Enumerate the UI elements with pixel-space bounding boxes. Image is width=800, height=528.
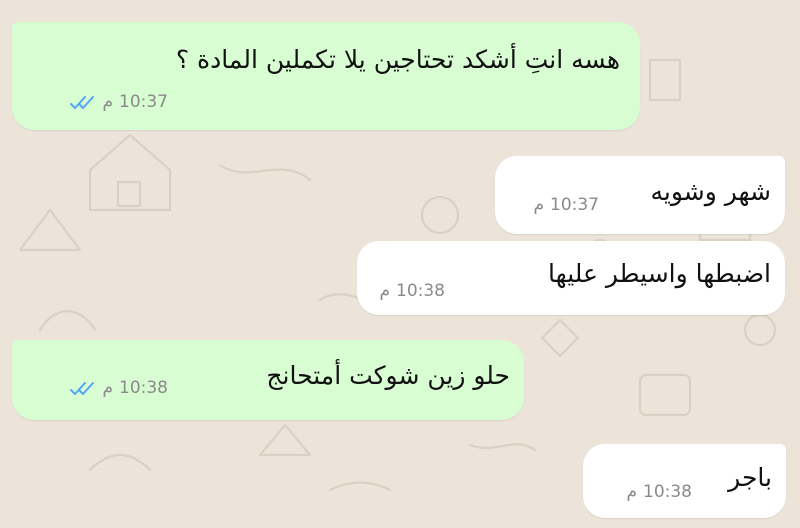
message-bubble-incoming[interactable]: اضبطها واسيطر عليها 10:38 م <box>357 241 785 315</box>
message-ampm: م <box>102 378 113 398</box>
message-text: باجر <box>728 463 772 492</box>
message-text: هسه انتِ أشكد تحتاجين يلا تكملين المادة … <box>175 45 620 74</box>
message-time: 10:37 <box>550 195 599 215</box>
message-ampm: م <box>626 482 637 502</box>
message-list: هسه انتِ أشكد تحتاجين يلا تكملين المادة … <box>0 0 800 528</box>
message-bubble-outgoing[interactable]: هسه انتِ أشكد تحتاجين يلا تكملين المادة … <box>12 22 640 130</box>
double-check-read-icon <box>70 381 96 397</box>
message-time: 10:37 <box>119 92 168 112</box>
message-text: اضبطها واسيطر عليها <box>548 259 771 288</box>
message-bubble-incoming[interactable]: باجر 10:38 م <box>583 444 786 518</box>
double-check-read-icon <box>70 95 96 111</box>
message-meta: 10:37 م <box>70 94 168 111</box>
message-bubble-incoming[interactable]: شهر وشويه 10:37 م <box>495 156 785 234</box>
message-text: شهر وشويه <box>650 177 771 206</box>
message-time: 10:38 <box>396 281 445 301</box>
message-meta: 10:38 م <box>70 380 168 397</box>
message-ampm: م <box>379 281 390 301</box>
message-ampm: م <box>533 195 544 215</box>
message-time: 10:38 <box>643 482 692 502</box>
message-ampm: م <box>102 92 113 112</box>
message-meta: 10:37 م <box>533 197 599 214</box>
message-meta: 10:38 م <box>379 283 445 300</box>
message-text: حلو زين شوكت أمتحانج <box>266 361 510 390</box>
message-meta: 10:38 م <box>626 484 692 501</box>
message-bubble-outgoing[interactable]: حلو زين شوكت أمتحانج 10:38 م <box>12 340 524 420</box>
message-time: 10:38 <box>119 378 168 398</box>
